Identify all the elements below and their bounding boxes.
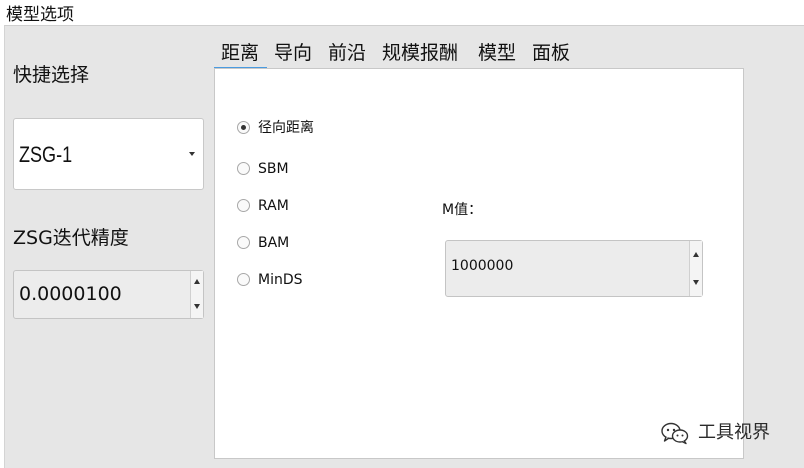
precision-value: 0.0000100 (19, 283, 122, 305)
m-value-value: 1000000 (451, 258, 514, 274)
m-value-label: M值： (442, 202, 483, 218)
radio-label: 径向距离 (258, 120, 314, 136)
spin-down-icon[interactable] (693, 280, 699, 285)
radio-indicator[interactable] (237, 199, 250, 212)
radio-indicator[interactable] (237, 121, 250, 134)
chevron-down-icon (189, 152, 195, 156)
tab-frontier[interactable]: 前沿 (328, 40, 366, 69)
tab-distance[interactable]: 距离 (214, 40, 267, 69)
tab-returns-to-scale[interactable]: 规模报酬 (382, 40, 458, 69)
groupbox-title: 模型选项 (6, 5, 74, 25)
radio-label: SBM (258, 161, 289, 177)
m-value-spinbox[interactable]: 1000000 (445, 240, 703, 297)
wechat-icon (661, 422, 689, 445)
radio-indicator[interactable] (237, 162, 250, 175)
tab-orientation[interactable]: 导向 (274, 40, 312, 69)
tab-panel[interactable]: 面板 (532, 40, 570, 69)
radio-label: MinDS (258, 272, 303, 288)
quick-select-dropdown[interactable]: ZSG-1 (13, 118, 204, 190)
spin-up-icon[interactable] (194, 279, 200, 284)
quick-select-value: ZSG-1 (19, 142, 73, 167)
tab-model[interactable]: 模型 (478, 40, 516, 69)
spin-down-icon[interactable] (194, 304, 200, 309)
radio-label: BAM (258, 235, 290, 251)
quick-select-label: 快捷选择 (13, 64, 90, 86)
radio-indicator[interactable] (237, 273, 250, 286)
precision-spinbox[interactable]: 0.0000100 (13, 270, 204, 319)
spin-up-icon[interactable] (693, 252, 699, 257)
watermark-text: 工具视界 (698, 422, 770, 443)
radio-indicator[interactable] (237, 236, 250, 249)
m-value-spin-buttons[interactable] (689, 241, 702, 296)
radio-label: RAM (258, 198, 289, 214)
precision-spin-buttons[interactable] (190, 271, 203, 318)
precision-label: ZSG迭代精度 (13, 227, 129, 249)
